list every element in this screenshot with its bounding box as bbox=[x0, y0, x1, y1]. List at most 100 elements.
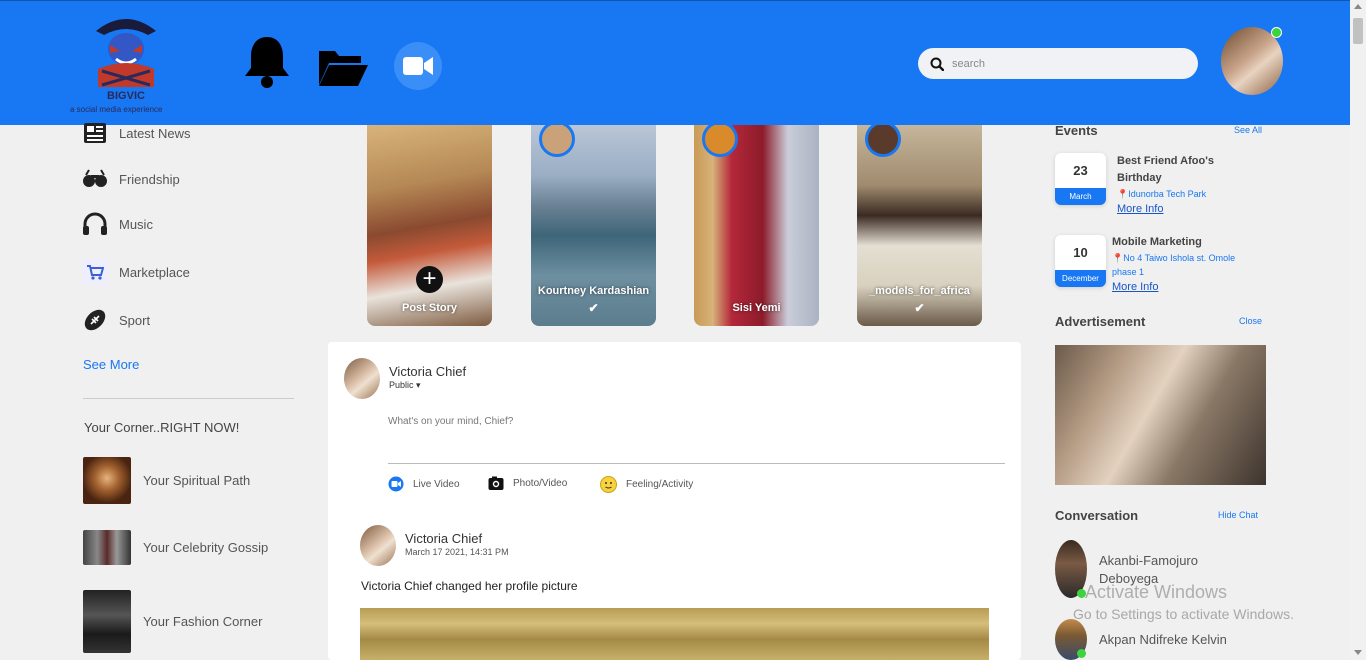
sidebar-item-music[interactable]: Music bbox=[82, 211, 153, 237]
event-month: March bbox=[1055, 188, 1106, 205]
composer-divider bbox=[388, 463, 1005, 464]
event-title: Best Friend Afoo's Birthday bbox=[1117, 155, 1214, 184]
sidebar-item-label: Marketplace bbox=[119, 264, 190, 280]
glasses-icon bbox=[82, 166, 108, 192]
action-label: Live Video bbox=[413, 478, 460, 490]
story-card-kourtney[interactable]: Kourtney Kardashian ✔ bbox=[531, 125, 656, 326]
corner-thumbnail bbox=[83, 590, 131, 653]
hide-chat-link[interactable]: Hide Chat bbox=[1218, 510, 1258, 520]
story-avatar-ring bbox=[865, 125, 901, 157]
online-status-dot bbox=[1271, 27, 1282, 38]
see-all-link[interactable]: See All bbox=[1234, 125, 1262, 135]
location-pin-icon: 📍 bbox=[1112, 253, 1124, 263]
corner-thumbnail bbox=[83, 457, 131, 504]
composer-input[interactable]: What's on your mind, Chief? bbox=[388, 416, 513, 427]
corner-item-fashion[interactable]: Your Fashion Corner bbox=[83, 590, 262, 653]
live-video-icon bbox=[388, 476, 404, 492]
camera-icon bbox=[488, 476, 504, 490]
corner-title: Your Corner..RIGHT NOW! bbox=[84, 420, 240, 435]
contact-name[interactable]: Akpan Ndifreke Kelvin bbox=[1099, 631, 1269, 649]
close-ad-link[interactable]: Close bbox=[1239, 316, 1262, 326]
post-text: Victoria Chief changed her profile pictu… bbox=[361, 579, 578, 593]
advertisement-image[interactable] bbox=[1055, 345, 1266, 485]
conversation-title: Conversation bbox=[1055, 508, 1139, 523]
story-avatar-ring bbox=[702, 125, 738, 157]
privacy-dropdown[interactable]: Public ▾ bbox=[389, 380, 421, 391]
sidebar-item-friendship[interactable]: Friendship bbox=[82, 166, 180, 192]
location-pin-icon: 📍 bbox=[1117, 189, 1129, 199]
page-scrollbar[interactable] bbox=[1350, 0, 1366, 660]
event-location: 📍Idunorba Tech Park bbox=[1117, 187, 1257, 201]
sidebar-item-label: Sport bbox=[119, 312, 151, 328]
event-location-text: No 4 Taiwo Ishola st. Omole phase 1 bbox=[1112, 253, 1236, 277]
corner-item-label: Your Spiritual Path bbox=[143, 473, 251, 488]
composer-name: Victoria Chief bbox=[389, 364, 467, 379]
event-day: 10 bbox=[1073, 245, 1088, 260]
search-bar[interactable] bbox=[918, 48, 1198, 79]
sidebar-item-latest-news[interactable]: Latest News bbox=[82, 120, 191, 146]
verified-check-icon: ✔ bbox=[588, 301, 599, 315]
story-card-post[interactable]: + Post Story bbox=[367, 125, 492, 326]
shopping-cart-icon bbox=[82, 259, 108, 285]
event-location: 📍No 4 Taiwo Ishola st. Omole phase 1 bbox=[1112, 251, 1262, 279]
scroll-up-arrow-icon[interactable] bbox=[1354, 4, 1362, 9]
event-title: Mobile Marketing bbox=[1112, 236, 1202, 248]
corner-item-label: Your Celebrity Gossip bbox=[143, 540, 269, 555]
sidebar-item-sport[interactable]: Sport bbox=[82, 307, 150, 333]
headphones-icon bbox=[82, 211, 108, 237]
story-card-models[interactable]: _models_for_africa ✔ bbox=[857, 125, 982, 326]
logo-wordmark: BIGVIC bbox=[107, 90, 145, 101]
newspaper-icon bbox=[82, 120, 108, 146]
story-card-sisi[interactable]: Sisi Yemi bbox=[694, 125, 819, 326]
action-label: Photo/Video bbox=[513, 478, 568, 489]
live-video-button[interactable]: Live Video bbox=[388, 476, 460, 492]
event-location-text: Idunorba Tech Park bbox=[1128, 189, 1207, 199]
advertisement-title: Advertisement bbox=[1055, 314, 1146, 329]
search-icon bbox=[930, 57, 944, 71]
more-info-link[interactable]: More Info bbox=[1117, 203, 1163, 215]
corner-item-celebrity[interactable]: Your Celebrity Gossip bbox=[83, 530, 268, 565]
event-date-card: 10 December bbox=[1055, 235, 1106, 287]
see-more-link[interactable]: See More bbox=[83, 357, 139, 372]
feeling-activity-button[interactable]: Feeling/Activity bbox=[600, 476, 693, 493]
sidebar-item-label: Friendship bbox=[119, 171, 180, 187]
smiley-icon bbox=[600, 476, 617, 493]
football-icon bbox=[82, 307, 108, 333]
activation-watermark-text: Go to Settings to activate Windows. bbox=[1073, 606, 1294, 622]
top-header: BIGVIC a social media experience bbox=[0, 0, 1350, 125]
sidebar-divider bbox=[83, 398, 294, 399]
event-date-card: 23 March bbox=[1055, 153, 1106, 205]
story-label: Sisi Yemi bbox=[732, 302, 781, 314]
story-label: Post Story bbox=[401, 302, 457, 314]
post-timestamp: March 17 2021, 14:31 PM bbox=[405, 547, 509, 557]
activation-watermark-title: Activate Windows bbox=[1085, 582, 1228, 602]
tagline: a social media experience bbox=[70, 105, 163, 114]
post-image[interactable] bbox=[360, 608, 989, 660]
add-story-icon[interactable]: + bbox=[416, 266, 443, 293]
online-status-dot bbox=[1077, 649, 1086, 658]
scrollbar-thumb[interactable] bbox=[1353, 18, 1363, 44]
corner-thumbnail bbox=[83, 530, 131, 565]
sidebar-item-label: Latest News bbox=[119, 125, 191, 141]
story-avatar-ring bbox=[539, 125, 575, 157]
more-info-link[interactable]: More Info bbox=[1112, 281, 1158, 293]
search-input[interactable] bbox=[952, 57, 1172, 70]
event-day: 23 bbox=[1073, 163, 1088, 178]
verified-check-icon: ✔ bbox=[914, 301, 925, 315]
post-author-avatar[interactable] bbox=[360, 525, 396, 566]
bell-icon[interactable] bbox=[242, 34, 292, 90]
event-month: December bbox=[1055, 270, 1106, 287]
events-title: Events bbox=[1055, 123, 1098, 138]
pirate-logo[interactable]: BIGVIC bbox=[88, 9, 164, 101]
sidebar-item-label: Music bbox=[119, 216, 153, 232]
composer-avatar[interactable] bbox=[344, 358, 380, 399]
post-author-name[interactable]: Victoria Chief bbox=[405, 531, 482, 546]
folder-open-icon[interactable] bbox=[317, 47, 369, 87]
scroll-down-arrow-icon[interactable] bbox=[1354, 650, 1362, 655]
corner-item-spiritual[interactable]: Your Spiritual Path bbox=[83, 457, 250, 504]
sidebar-item-marketplace[interactable]: Marketplace bbox=[82, 259, 190, 285]
photo-video-button[interactable]: Photo/Video bbox=[488, 476, 567, 491]
story-label: Kourtney Kardashian bbox=[537, 285, 650, 297]
video-camera-icon[interactable] bbox=[393, 41, 443, 91]
story-label: _models_for_africa bbox=[869, 285, 970, 297]
